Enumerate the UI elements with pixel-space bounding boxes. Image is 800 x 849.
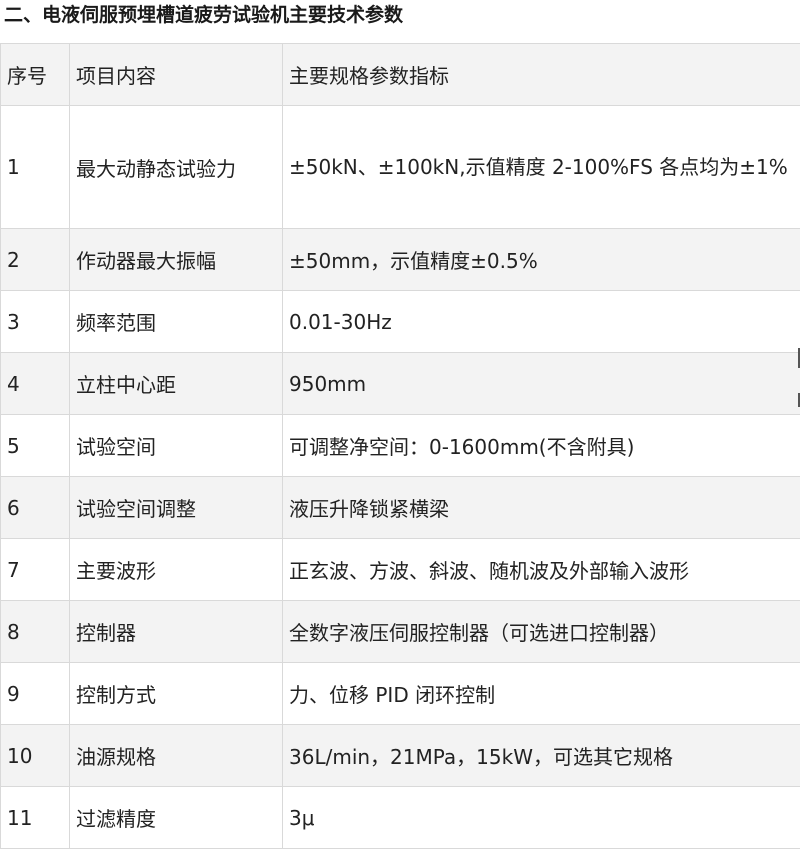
row-spec: 可调整净空间：0-1600mm(不含附具) [283,415,800,477]
row-spec: 全数字液压伺服控制器（可选进口控制器） [283,601,800,663]
table-row: 11 过滤精度 3μ [1,787,800,849]
row-number: 8 [1,601,70,663]
row-number: 7 [1,539,70,601]
row-spec-text: ±50kN、±100kN,示值精度 2-100%FS 各点均为±1% [289,147,800,187]
row-number: 5 [1,415,70,477]
table-row: 7 主要波形 正玄波、方波、斜波、随机波及外部输入波形 [1,539,800,601]
row-item: 控制器 [70,601,283,663]
table-row: 3 频率范围 0.01-30Hz [1,291,800,353]
row-spec: 3μ [283,787,800,849]
table-header-row: 序号 项目内容 主要规格参数指标 [1,44,800,106]
table-row: 2 作动器最大振幅 ±50mm，示值精度±0.5% [1,229,800,291]
table-row: 10 油源规格 36L/min，21MPa，15kW，可选其它规格 [1,725,800,787]
table-row: 1 最大动静态试验力 ±50kN、±100kN,示值精度 2-100%FS 各点… [1,106,800,229]
row-spec: 液压升降锁紧横梁 [283,477,800,539]
row-spec: 正玄波、方波、斜波、随机波及外部输入波形 [283,539,800,601]
row-item: 油源规格 [70,725,283,787]
row-number: 1 [1,106,70,229]
row-item: 试验空间 [70,415,283,477]
row-spec: 力、位移 PID 闭环控制 [283,663,800,725]
header-cell-no: 序号 [1,44,70,106]
row-item: 最大动静态试验力 [70,106,283,229]
section-heading: 二、电液伺服预埋槽道疲劳试验机主要技术参数 [4,0,403,36]
header-cell-item: 项目内容 [70,44,283,106]
row-item: 试验空间调整 [70,477,283,539]
row-item: 频率范围 [70,291,283,353]
row-item: 立柱中心距 [70,353,283,415]
row-spec: ±50mm，示值精度±0.5% [283,229,800,291]
row-item: 控制方式 [70,663,283,725]
row-number: 10 [1,725,70,787]
table-row: 6 试验空间调整 液压升降锁紧横梁 [1,477,800,539]
row-number: 9 [1,663,70,725]
row-number: 3 [1,291,70,353]
table-row: 9 控制方式 力、位移 PID 闭环控制 [1,663,800,725]
row-spec: 0.01-30Hz [283,291,800,353]
row-number: 4 [1,353,70,415]
table-row: 8 控制器 全数字液压伺服控制器（可选进口控制器） [1,601,800,663]
row-number: 11 [1,787,70,849]
row-item: 作动器最大振幅 [70,229,283,291]
row-spec: ±50kN、±100kN,示值精度 2-100%FS 各点均为±1% [283,106,800,229]
row-item: 主要波形 [70,539,283,601]
row-item: 过滤精度 [70,787,283,849]
header-cell-spec: 主要规格参数指标 [283,44,800,106]
row-spec: 950mm [283,353,800,415]
table-row: 5 试验空间 可调整净空间：0-1600mm(不含附具) [1,415,800,477]
table-row: 4 立柱中心距 950mm [1,353,800,415]
row-spec: 36L/min，21MPa，15kW，可选其它规格 [283,725,800,787]
row-number: 2 [1,229,70,291]
spec-table: 序号 项目内容 主要规格参数指标 1 最大动静态试验力 ±50kN、±100kN… [0,43,800,849]
row-number: 6 [1,477,70,539]
